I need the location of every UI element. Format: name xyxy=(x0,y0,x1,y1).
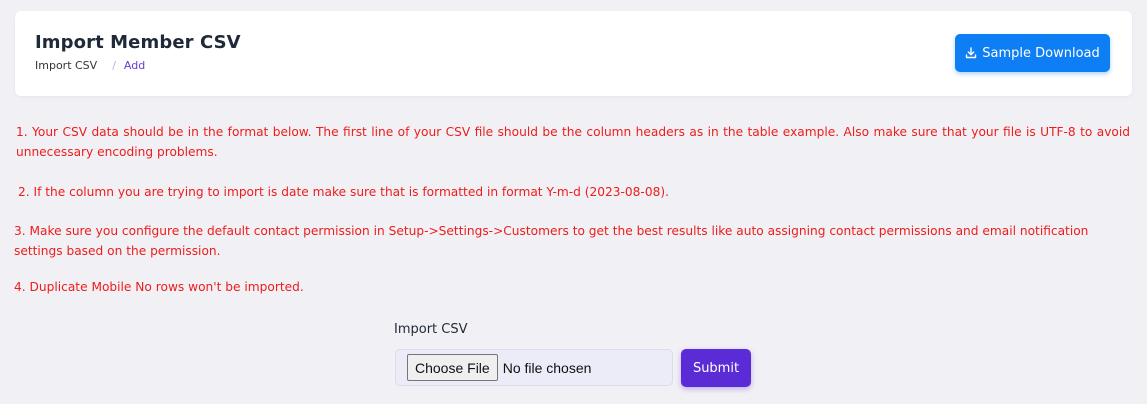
file-status-text: No file chosen xyxy=(502,359,592,376)
sample-download-button[interactable]: Sample Download xyxy=(955,34,1110,72)
submit-button[interactable]: Submit xyxy=(681,349,751,387)
instruction-3: 3. Make sure you configure the default c… xyxy=(14,224,1089,258)
import-csv-label: Import CSV xyxy=(394,322,468,337)
instruction-2: 2. If the column you are trying to impor… xyxy=(18,185,669,199)
page-title: Import Member CSV xyxy=(35,32,241,53)
breadcrumb-item-import-csv[interactable]: Import CSV xyxy=(35,59,97,72)
instruction-4: 4. Duplicate Mobile No rows won't be imp… xyxy=(14,280,304,294)
file-input[interactable]: Choose File No file chosen xyxy=(395,349,673,386)
download-icon xyxy=(965,47,977,59)
page-header-card: Import Member CSV Import CSV / Add Sampl… xyxy=(15,11,1132,96)
instruction-1: 1. Your CSV data should be in the format… xyxy=(16,125,1130,159)
sample-download-label: Sample Download xyxy=(982,45,1100,61)
breadcrumb-separator: / xyxy=(112,59,116,72)
breadcrumb-item-add: Add xyxy=(123,59,146,72)
choose-file-button[interactable]: Choose File xyxy=(407,354,498,381)
breadcrumb: Import CSV / Add xyxy=(35,59,145,72)
